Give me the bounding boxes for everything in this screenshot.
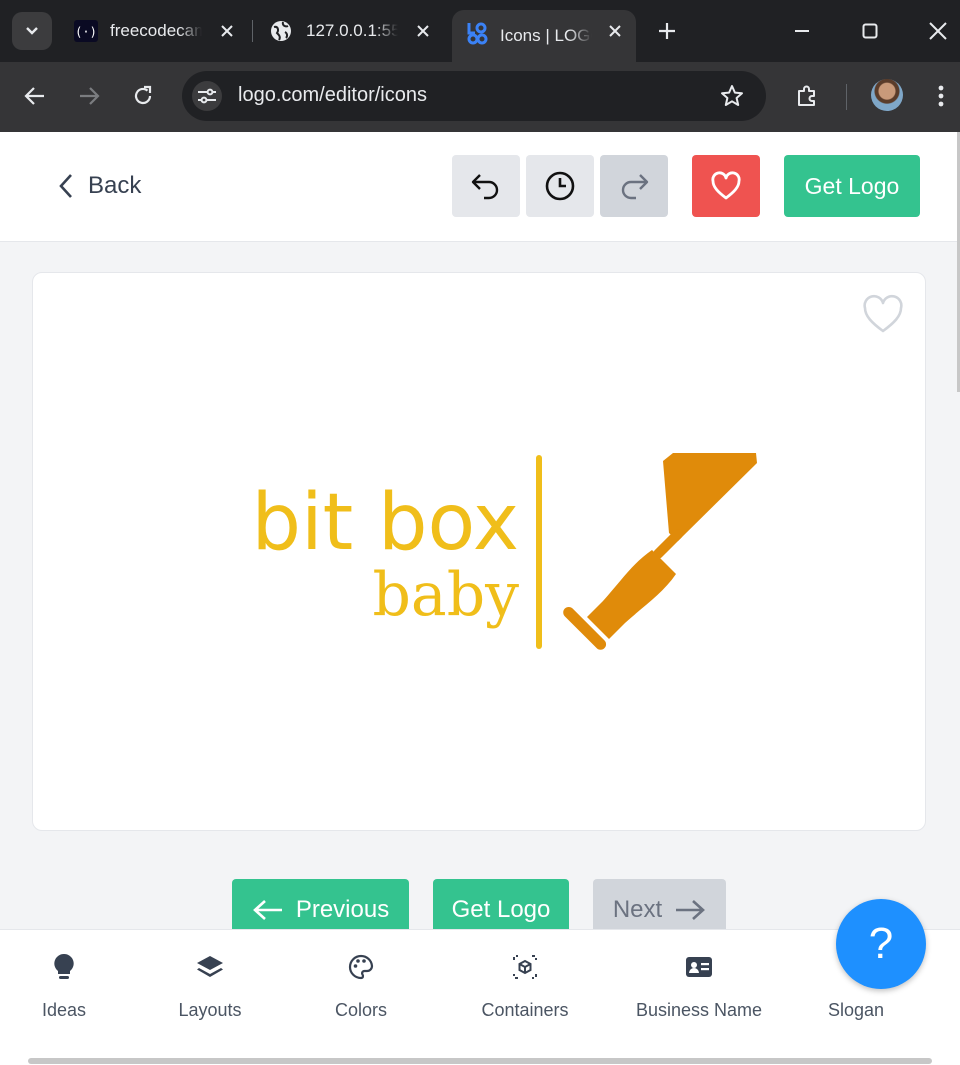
back-label: Back [88,172,142,199]
nav-containers-label: Containers [481,1000,569,1020]
id-card-icon [684,952,714,982]
freecodecamp-icon: (·) [74,20,98,42]
editor-page: Back Get Logo bit box baby Previous Get … [0,132,960,1065]
extensions-button[interactable] [790,79,824,113]
editor-bottom-nav: Ideas Layouts Colors Containers Business… [0,929,960,1065]
help-button[interactable]: ? [836,899,926,989]
clock-icon [545,171,575,201]
heart-outline-icon[interactable] [861,293,905,337]
logo-divider [536,455,542,649]
star-icon [721,85,743,106]
arrow-right-icon [676,900,706,920]
tab-label: 127.0.0.1:5500 [306,21,398,40]
next-label: Next [612,896,663,923]
site-info-button[interactable] [192,81,222,111]
nav-colors-label: Colors [334,1000,387,1020]
previous-label: Previous [295,896,390,923]
tab-label: freecodecamp [110,21,202,40]
nav-layouts[interactable]: Layouts [135,952,285,1022]
forward-nav-button[interactable] [72,79,106,113]
toolbar-separator [846,84,847,110]
maximize-icon [862,23,878,39]
nav-ideas-label: Ideas [41,1000,87,1020]
maximize-button[interactable] [855,16,885,46]
address-bar[interactable]: logo.com/editor/icons [182,71,766,121]
palette-icon [346,952,376,982]
editor-header: Back Get Logo [0,132,960,242]
logo-tagline-text: baby [373,560,520,630]
logo-artwork: bit box baby [251,453,757,650]
nav-slogan-label: Slogan [827,1000,885,1020]
logo-name-text: bit box [251,478,519,568]
tab-search-button[interactable] [12,12,52,50]
containers-icon [510,952,540,982]
tune-icon [198,88,216,104]
lightbulb-icon [49,952,79,982]
nav-containers[interactable]: Containers [450,952,600,1022]
minimize-icon [795,30,809,32]
reload-icon [134,85,152,105]
undo-button[interactable] [452,155,520,217]
back-button[interactable]: Back [58,166,141,206]
arrow-left-icon [24,87,44,105]
layers-icon [195,952,225,982]
back-nav-button[interactable] [18,79,52,113]
logo-preview-canvas: bit box baby [32,272,926,831]
close-window-button[interactable] [923,16,953,46]
redo-icon [621,174,649,200]
tab-localhost[interactable]: 127.0.0.1:5500 [258,10,444,52]
undo-icon [471,174,499,200]
horizontal-scrollbar[interactable] [28,1058,932,1064]
new-tab-button[interactable] [652,16,682,46]
chevron-down-icon [26,27,38,35]
nav-business-name[interactable]: Business Name [624,952,774,1022]
browser-tab-bar: (·) freecodecamp 127.0.0.1:5500 Icons | … [0,0,960,62]
close-icon [929,22,947,40]
favorite-button[interactable] [692,155,760,217]
tab-logo-editor[interactable]: Icons | LOGO [452,10,636,62]
globe-icon [271,21,291,41]
close-tab-icon[interactable] [412,20,434,42]
logo-favicon-icon [467,22,488,45]
close-tab-icon[interactable] [604,20,626,42]
nav-layouts-label: Layouts [178,1000,242,1020]
nav-ideas[interactable]: Ideas [0,952,139,1022]
screwdriver-icon [563,453,757,650]
history-button[interactable] [526,155,594,217]
profile-avatar[interactable] [871,79,903,111]
heart-icon [711,171,741,200]
chevron-left-icon [59,174,72,198]
browser-menu-button[interactable] [924,79,958,113]
nav-business-name-label: Business Name [635,1000,763,1020]
tab-freecodecamp[interactable]: (·) freecodecamp [62,10,248,52]
arrow-right-icon [80,87,100,105]
bookmark-button[interactable] [718,82,746,110]
redo-button[interactable] [600,155,668,217]
svg-text:(·): (·) [75,25,97,39]
close-tab-icon[interactable] [216,20,238,42]
puzzle-icon [798,85,815,106]
minimize-button[interactable] [787,16,817,46]
more-vert-icon [938,85,944,107]
url-text[interactable]: logo.com/editor/icons [238,84,427,107]
get-logo-button[interactable]: Get Logo [784,155,920,217]
browser-toolbar: logo.com/editor/icons [0,62,960,132]
reload-button[interactable] [126,79,160,113]
tab-separator [252,20,253,42]
arrow-left-icon [252,900,282,920]
plus-icon [659,23,675,39]
nav-colors[interactable]: Colors [286,952,436,1022]
tab-label: Icons | LOGO [500,26,592,45]
